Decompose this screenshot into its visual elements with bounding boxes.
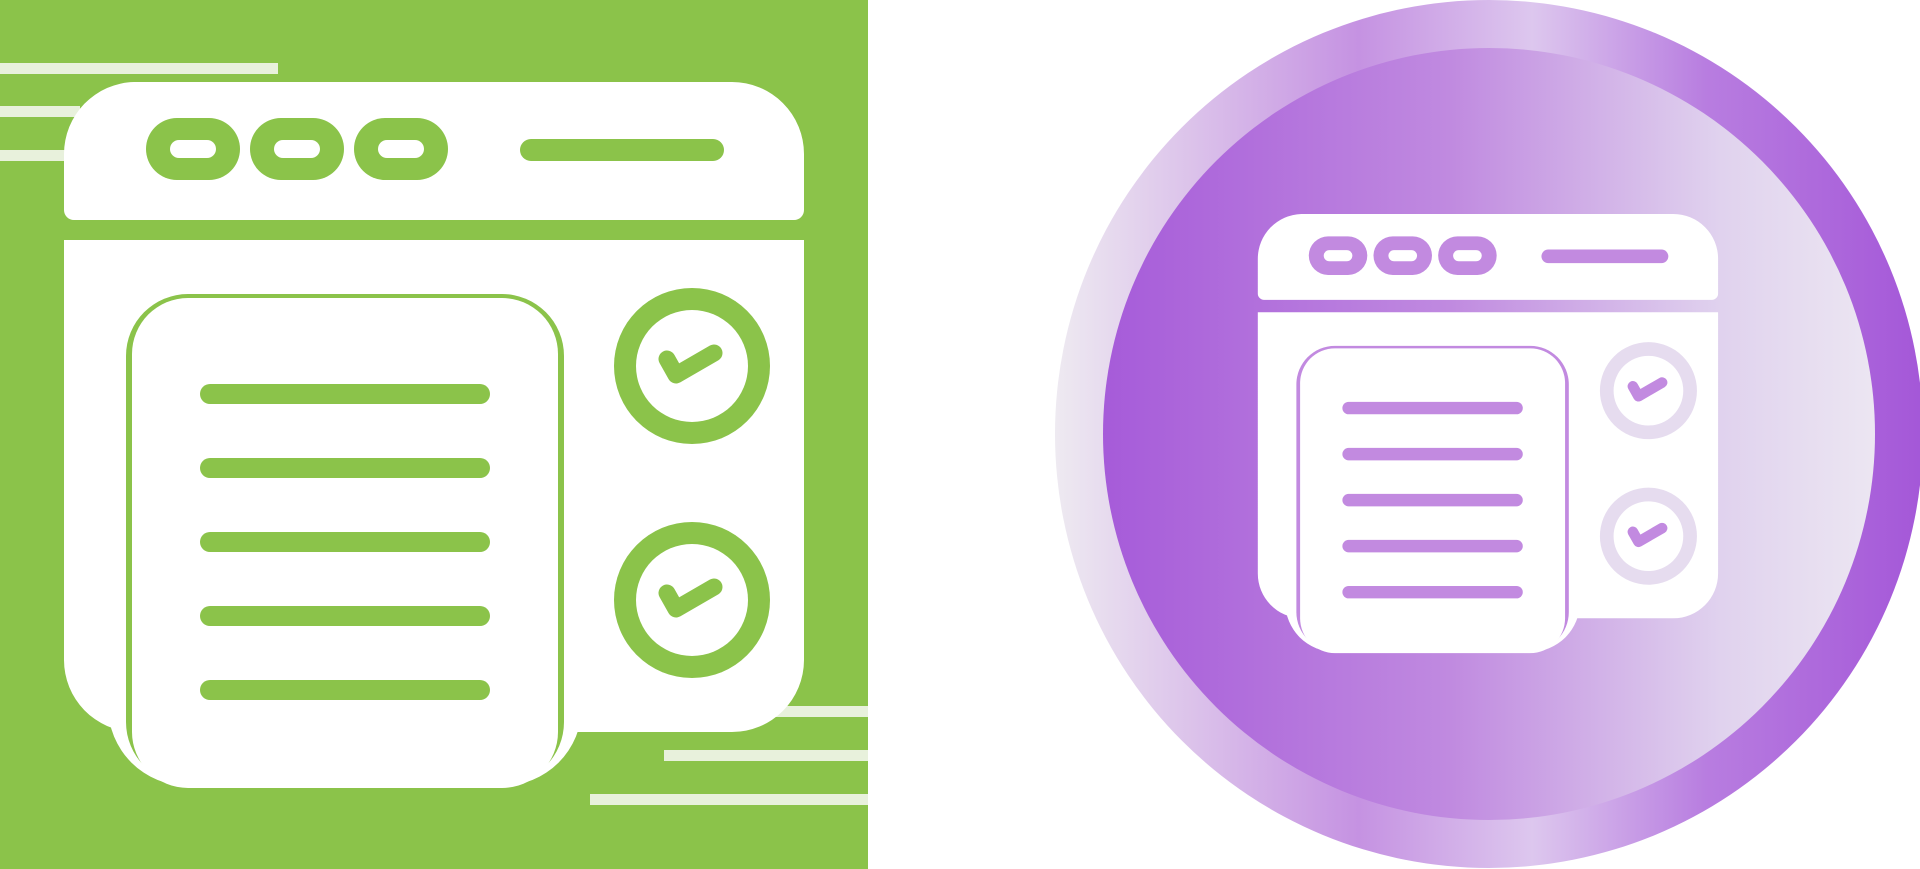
list-line bbox=[200, 458, 490, 478]
browser-checklist-icon bbox=[1055, 0, 1920, 868]
decorative-line bbox=[0, 63, 278, 74]
decorative-line bbox=[664, 750, 868, 761]
window-dot-hole bbox=[1453, 250, 1482, 262]
browser-checklist-icon bbox=[0, 0, 868, 869]
window-dot-hole bbox=[274, 140, 320, 158]
check-circle-icon bbox=[1599, 487, 1697, 585]
address-bar-icon bbox=[1541, 249, 1669, 264]
check-circle-icon bbox=[614, 288, 770, 444]
check-circle-icon bbox=[614, 522, 770, 678]
list-line bbox=[1342, 585, 1523, 599]
window-dot-hole bbox=[378, 140, 424, 158]
list-line bbox=[1342, 447, 1523, 461]
icon-sheet bbox=[0, 0, 1920, 869]
check-circle-icon bbox=[1599, 342, 1697, 440]
list-line bbox=[200, 680, 490, 700]
list-line bbox=[1342, 493, 1523, 507]
decorative-line bbox=[590, 794, 868, 805]
icon-sheet-svg bbox=[0, 0, 1920, 869]
list-line bbox=[1342, 539, 1523, 553]
browser-window-glyph bbox=[1257, 214, 1719, 654]
list-line bbox=[200, 532, 490, 552]
list-line bbox=[1342, 401, 1523, 415]
window-dots-icon bbox=[146, 118, 448, 180]
list-line bbox=[200, 606, 490, 626]
window-dot-hole bbox=[170, 140, 216, 158]
decorative-line bbox=[0, 106, 80, 117]
address-bar-icon bbox=[520, 139, 724, 161]
window-dot-hole bbox=[1388, 250, 1418, 262]
list-line bbox=[200, 384, 490, 404]
window-dot-hole bbox=[1323, 250, 1353, 262]
window-dots-icon bbox=[1308, 236, 1497, 275]
